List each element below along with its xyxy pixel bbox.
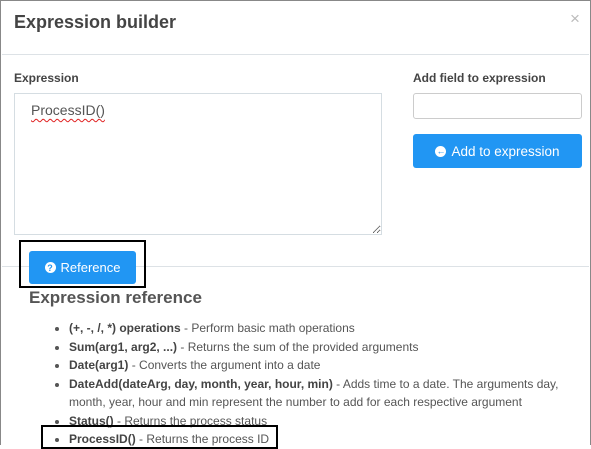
header-divider xyxy=(2,54,589,55)
item-name: Sum(arg1, arg2, ...) xyxy=(69,339,178,354)
item-desc: - Perform basic math operations xyxy=(180,321,355,335)
highlight-box-processid xyxy=(41,425,278,449)
item-name: (+, -, /, *) operations xyxy=(69,321,181,335)
list-item: DateAdd(dateArg, day, month, year, hour,… xyxy=(69,375,569,412)
close-icon[interactable]: × xyxy=(570,9,580,29)
item-desc: - Returns the sum of the provided argume… xyxy=(177,339,419,354)
expression-label: Expression xyxy=(14,71,79,85)
item-desc: - Converts the argument into a date xyxy=(128,358,321,372)
list-item: (+, -, /, *) operations - Perform basic … xyxy=(69,319,569,338)
add-to-expression-button[interactable]: ← Add to expression xyxy=(413,134,582,168)
add-field-input[interactable] xyxy=(413,93,582,119)
reference-heading: Expression reference xyxy=(29,288,202,307)
item-name: Date(arg1) xyxy=(69,358,129,372)
add-to-expression-label: Add to expression xyxy=(451,143,560,159)
item-name: DateAdd(dateArg, day, month, year, hour,… xyxy=(69,376,333,391)
dialog-title: Expression builder xyxy=(14,12,177,32)
arrow-circle-left-icon: ← xyxy=(435,145,447,157)
list-item: Sum(arg1, arg2, ...) - Returns the sum o… xyxy=(69,338,569,357)
add-field-label: Add field to expression xyxy=(413,71,546,85)
expression-builder-dialog: Expression builder × Expression ProcessI… xyxy=(0,0,591,449)
expression-value: ProcessID() xyxy=(31,102,105,118)
highlight-box-reference xyxy=(19,240,146,288)
list-item: Date(arg1) - Converts the argument into … xyxy=(69,356,569,375)
